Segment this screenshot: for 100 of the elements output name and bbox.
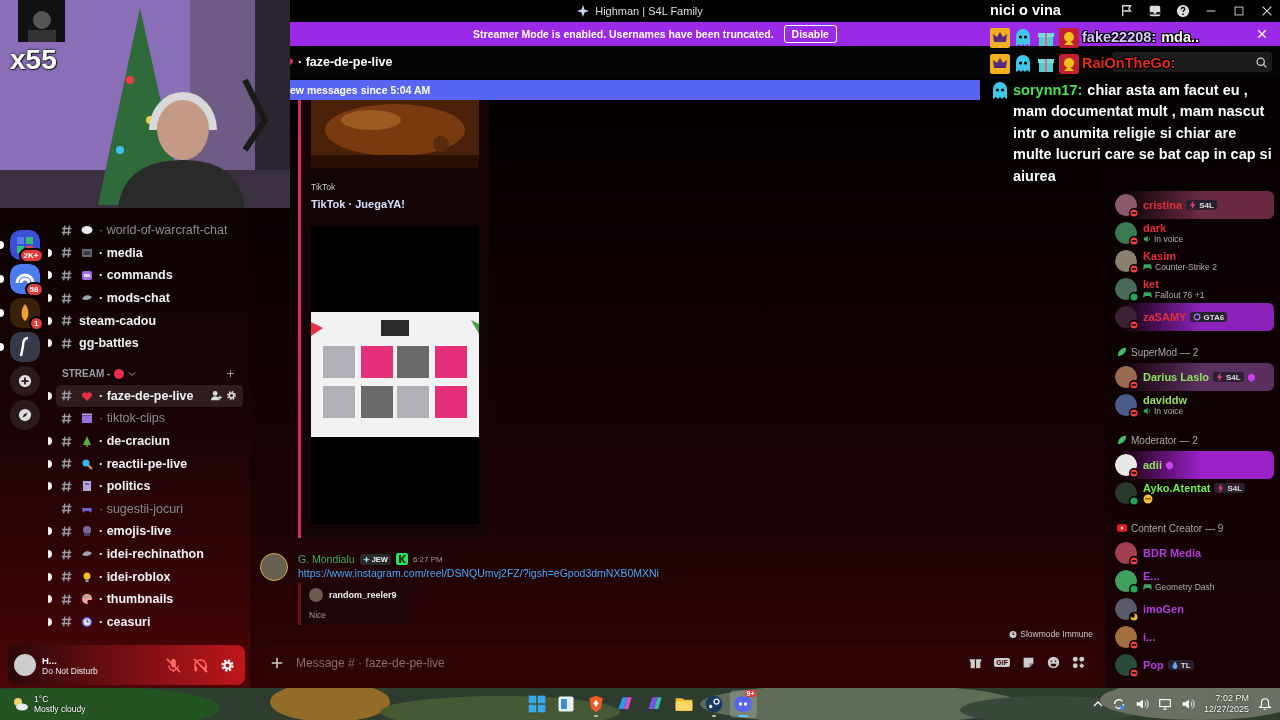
badge-icon <box>395 553 408 565</box>
channel-title: · faze-de-pe-live <box>298 55 393 69</box>
gift-icon[interactable] <box>969 656 983 669</box>
add-member-icon[interactable] <box>211 390 222 402</box>
hash-icon <box>60 246 73 260</box>
clapperboard-icon <box>81 412 93 425</box>
embed-provider: TikTok <box>311 182 337 192</box>
channel-item[interactable]: steam-cadou <box>56 309 243 332</box>
member-row[interactable]: i... <box>1111 623 1274 651</box>
channel-item[interactable]: · idei-roblox <box>56 565 243 588</box>
channel-item[interactable]: gg-battles <box>56 332 243 355</box>
username: H... <box>42 654 58 666</box>
member-row[interactable]: E... Geometry Dash <box>1111 567 1274 595</box>
link[interactable]: https://www.instagram.com/reel/DSNQUmvj2FZ/?igsh=eGpod3dmNXB0MXNi <box>298 567 659 579</box>
hash-icon <box>60 615 73 629</box>
channel-item[interactable]: · politics <box>56 475 243 498</box>
channel-item[interactable]: · faze-de-pe-live <box>56 384 243 407</box>
muted-headphones-icon[interactable] <box>193 657 208 673</box>
disable-button[interactable]: Disable <box>783 25 837 43</box>
muted-microphone-icon[interactable] <box>166 657 181 673</box>
chat-username: RaiOnTheGo: <box>1082 54 1176 73</box>
channel-item[interactable]: · ceasuri <box>56 610 243 633</box>
channel-item[interactable]: · mods-chat <box>56 287 243 310</box>
add-server-button[interactable] <box>9 366 40 396</box>
banner-message: Streamer Mode is enabled. Usernames have been truncated. <box>473 28 774 40</box>
channel-item[interactable]: · idei-rechinathon <box>56 543 243 565</box>
clock[interactable]: 7:02 PM 12/27/2025 <box>1203 693 1249 715</box>
channel-item[interactable]: · world-of-warcraft-chat <box>56 219 243 242</box>
channel-item[interactable]: · commands <box>56 264 243 287</box>
member-row[interactable]: BDR Media <box>1111 539 1274 567</box>
close-button[interactable] <box>1260 4 1274 18</box>
clock-icon <box>81 615 93 628</box>
new-messages-bar[interactable]: ew messages since 5:04 AM <box>290 80 980 100</box>
settings-icon[interactable] <box>226 390 237 402</box>
channel-item[interactable]: · thumbnails <box>56 588 243 611</box>
discover-button[interactable] <box>9 400 40 430</box>
hash-icon <box>60 524 73 538</box>
image-icon <box>81 246 93 259</box>
member-row[interactable]: dark In voice <box>1111 219 1274 247</box>
lightbulb-icon <box>81 570 93 583</box>
window-title: Highman | S4L Family <box>595 5 703 17</box>
bell-icon[interactable] <box>1258 697 1272 711</box>
attach-button[interactable] <box>270 655 284 670</box>
crown-icon <box>990 54 1010 74</box>
sync-icon[interactable] <box>1111 697 1126 711</box>
role-header: Content Creator — 9 <box>1131 522 1224 534</box>
volume-icon[interactable] <box>1180 697 1195 711</box>
channel-item[interactable]: · media <box>56 241 243 264</box>
ring-icon <box>1193 312 1202 322</box>
lightning-icon <box>1217 483 1226 493</box>
member-name: E... <box>1143 570 1160 582</box>
chevron-icon <box>128 369 137 378</box>
member-row[interactable]: Pop TL <box>1111 651 1274 679</box>
crown-icon <box>990 27 1010 48</box>
channel-item[interactable]: · emojis-live <box>56 520 243 543</box>
create-channel-button[interactable] <box>226 369 235 379</box>
record-dot-icon <box>114 368 125 379</box>
server-icon[interactable] <box>9 332 40 362</box>
help-icon[interactable] <box>1176 4 1190 18</box>
sticker-icon[interactable] <box>1022 656 1035 669</box>
emote-icon <box>1059 54 1079 74</box>
monitor-icon[interactable] <box>1157 697 1172 711</box>
bust-icon <box>81 525 93 538</box>
emoji-icon[interactable] <box>1047 656 1060 669</box>
message-field[interactable]: Message # · faze-de-pe-live <box>296 655 958 670</box>
chevron-up-icon[interactable] <box>1092 699 1103 709</box>
avatar[interactable] <box>260 553 288 581</box>
speaker-icon <box>1143 407 1151 415</box>
avatar[interactable] <box>14 654 36 676</box>
speaker-icon <box>1143 235 1151 243</box>
report-flag-icon[interactable] <box>1120 4 1134 18</box>
maximize-button[interactable] <box>1232 4 1246 18</box>
leaf-icon <box>1117 435 1127 445</box>
play-icon <box>1117 523 1127 533</box>
volume-icon[interactable] <box>1134 697 1149 711</box>
member-name: i... <box>1143 631 1156 643</box>
app-icon <box>577 5 590 17</box>
member-name: daviddw <box>1143 394 1187 406</box>
gamepad-icon <box>1143 583 1152 591</box>
apps-icon[interactable] <box>1072 656 1085 669</box>
embed-author: random_reeler9 <box>329 590 397 600</box>
member-row[interactable]: Ayko.Atentat S4L <box>1111 479 1274 507</box>
palette-icon <box>81 593 93 606</box>
server-icon[interactable] <box>9 298 40 328</box>
channel-item[interactable]: · tiktok-clips <box>56 407 243 430</box>
user-status: Do Not Disturb <box>42 665 98 676</box>
embed-title[interactable]: TikTok · JuegaYA! <box>311 198 479 210</box>
category-header[interactable]: STREAM - <box>62 368 137 380</box>
channel-item[interactable]: · reactii-pe-live <box>56 452 243 475</box>
member-row[interactable]: Kasim Counter-Strike 2 <box>1111 247 1274 275</box>
member-row[interactable]: ket Fallout 76 +1 <box>1111 275 1274 303</box>
member-row[interactable]: imoGen <box>1111 595 1274 623</box>
slowmode-label: Slowmode Immune <box>1020 629 1093 639</box>
author-name[interactable]: G. Mondialu <box>298 553 355 565</box>
channel-item[interactable]: · de-craciun <box>56 430 243 453</box>
inbox-icon[interactable] <box>1148 4 1162 18</box>
channel-item[interactable]: · sugestii-jocuri <box>56 497 243 520</box>
timestamp: 6:27 PM <box>412 554 443 564</box>
server-icon[interactable] <box>9 264 40 294</box>
member-row[interactable]: daviddw In voice <box>1111 391 1274 419</box>
